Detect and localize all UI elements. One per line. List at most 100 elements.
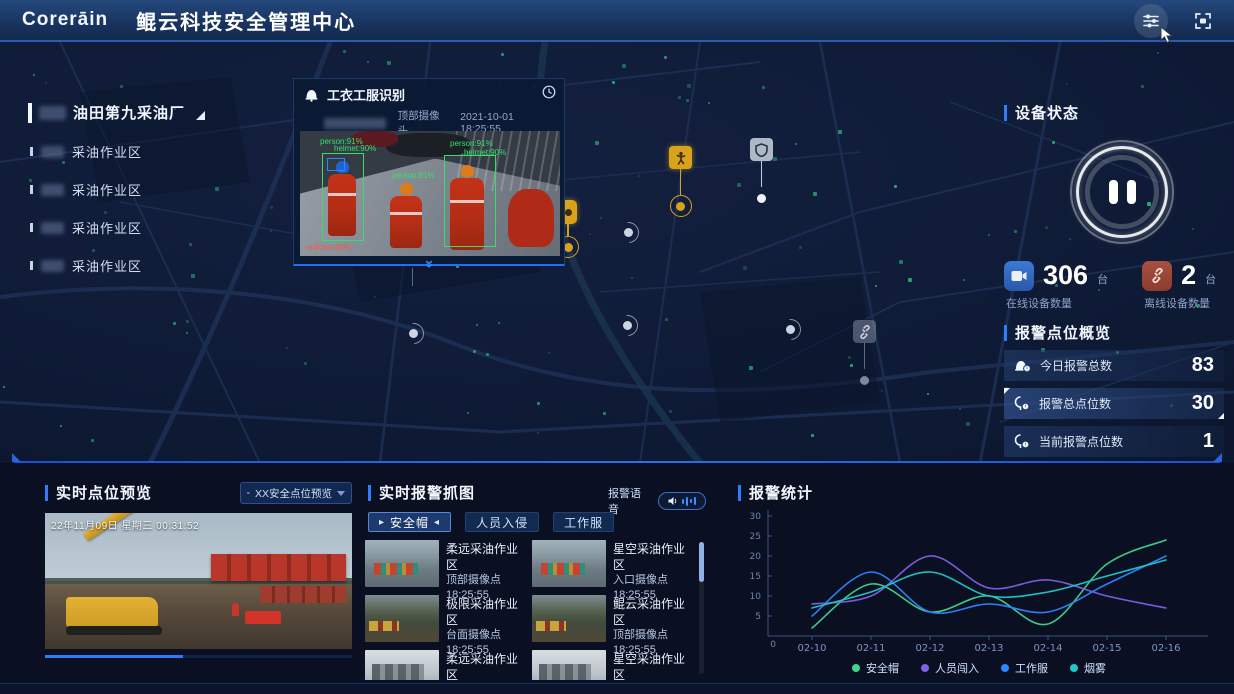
row-label: 报警总点位数 — [1039, 395, 1111, 412]
capture-scrollbar[interactable] — [699, 542, 704, 674]
map-marker-person-intrusion[interactable] — [669, 146, 692, 217]
city-map[interactable]: 油田第九采油厂 采油作业区 采油作业区 采油作业区 采油作业区 — [0, 42, 1234, 463]
redacted-prefix — [41, 184, 64, 196]
separator-triangle — [12, 453, 21, 462]
tree-area-item[interactable]: 采油作业区 — [30, 218, 205, 237]
pause-icon — [1070, 140, 1174, 244]
title-accent-bar — [45, 485, 48, 501]
overview-row-current-points[interactable]: ! 当前报警点位数 1 — [1004, 426, 1224, 457]
page-title: 鲲云科技安全管理中心 — [136, 6, 356, 35]
alarm-overview-panel: 报警点位概览 ! 今日报警总数 83 ! 报警总点位数 30 ! 当前报警点位数… — [1004, 322, 1224, 463]
svg-text:02-12: 02-12 — [915, 643, 944, 654]
helmet-detection-box — [327, 158, 345, 171]
online-label: 在线设备数量 — [1006, 295, 1108, 311]
capture-item[interactable]: 极限采油作业区台面摄像点18:25:55 — [365, 595, 528, 648]
capture-area: 柔远采油作业区 — [446, 651, 528, 680]
overview-row-today-total[interactable]: ! 今日报警总数 83 — [1004, 350, 1224, 381]
camera-icon — [247, 488, 250, 498]
scrollbar-thumb[interactable] — [699, 542, 704, 582]
detection-video-feed[interactable]: person:91% helmet:90% person:91% person:… — [300, 131, 560, 256]
panel-title-text: 报警统计 — [749, 482, 813, 503]
panel-title-text: 实时报警抓图 — [379, 482, 475, 503]
capture-thumbnail — [365, 595, 439, 642]
panel-title-text: 设备状态 — [1015, 102, 1079, 123]
tab-intrusion[interactable]: 人员入侵 — [465, 512, 539, 532]
capture-area: 柔远采油作业区 — [446, 541, 528, 573]
tree-area-item[interactable]: 采油作业区 — [30, 142, 205, 161]
map-point-dot[interactable] — [786, 325, 795, 334]
detection-popup: 工衣工服识别 顶部摄像头 2021-10-01 18:25:55 — [293, 78, 565, 266]
plant-accent-bar — [28, 103, 32, 123]
legend-smoke[interactable]: 烟雾 — [1070, 660, 1106, 676]
tree-area-item[interactable]: 采油作业区 — [30, 180, 205, 199]
overview-row-total-points[interactable]: ! 报警总点位数 30 — [1004, 388, 1224, 419]
redacted-prefix — [41, 146, 64, 158]
row-label: 今日报警总数 — [1040, 357, 1112, 374]
capture-area: 星空采油作业区 — [613, 651, 695, 680]
legend-uniform[interactable]: 工作服 — [1001, 660, 1048, 676]
area-name: 采油作业区 — [72, 142, 142, 161]
capture-area: 极限采油作业区 — [446, 596, 528, 628]
dropdown-value: XX安全点位预览 — [255, 486, 332, 501]
alarm-point-icon: ! — [1014, 434, 1030, 450]
detection-label: helmet:90% — [464, 148, 506, 157]
svg-text:!: ! — [1024, 404, 1026, 410]
chevrons-down-icon[interactable]: » — [424, 260, 434, 266]
red-containers — [211, 554, 346, 581]
online-devices: 306 台 在线设备数量 — [1004, 260, 1108, 311]
detection-box — [444, 155, 496, 247]
area-name: 采油作业区 — [72, 256, 142, 275]
red-containers — [260, 586, 346, 602]
speaker-icon — [668, 496, 679, 506]
preview-point-dropdown[interactable]: XX安全点位预览 — [240, 482, 352, 504]
svg-text:30: 30 — [750, 512, 762, 522]
capture-item[interactable]: 鲲云采油作业区顶部摄像点18:25:55 — [532, 595, 695, 648]
legend-dot — [1001, 664, 1009, 672]
popup-stem — [412, 268, 413, 286]
fullscreen-button[interactable] — [1186, 4, 1220, 38]
capture-item[interactable]: 星空采油作业区入口摄像点18:25:55 — [532, 540, 695, 593]
capture-thumbnail — [532, 595, 606, 642]
map-point-dot[interactable] — [409, 329, 418, 338]
map-marker-offline[interactable] — [853, 320, 876, 391]
legend-intrusion[interactable]: 人员闯入 — [921, 660, 979, 676]
legend-dot — [921, 664, 929, 672]
offline-label: 离线设备数量 — [1144, 295, 1216, 311]
voice-toggle-button[interactable] — [658, 492, 706, 510]
area-tree: 油田第九采油厂 采油作业区 采油作业区 采油作业区 采油作业区 — [28, 102, 205, 275]
online-count: 306 — [1043, 260, 1088, 291]
preview-video-feed[interactable]: 22年11月09日 星期三 00:31:52 — [45, 513, 352, 649]
detection-label: person:91% — [392, 171, 435, 180]
selection-corner — [1218, 413, 1224, 419]
capture-item[interactable]: 星空采油作业区入口摄像点18:25:55 — [532, 650, 695, 680]
map-point-dot[interactable] — [623, 321, 632, 330]
svg-text:!: ! — [1026, 367, 1028, 373]
legend-dot — [1070, 664, 1078, 672]
shield-icon — [750, 138, 773, 161]
capture-item[interactable]: 柔远采油作业区顶部摄像点18:25:55 — [365, 540, 528, 593]
tree-plant-node[interactable]: 油田第九采油厂 — [28, 102, 205, 123]
svg-text:25: 25 — [750, 532, 761, 542]
camera-icon — [1004, 261, 1034, 291]
timer-icon[interactable] — [542, 85, 556, 104]
capture-camera: 台面摄像点 — [446, 628, 528, 643]
map-marker-shield[interactable] — [750, 138, 773, 209]
tree-area-item[interactable]: 采油作业区 — [30, 256, 205, 275]
tab-uniform[interactable]: 工作服 — [553, 512, 614, 532]
item-tick — [30, 185, 33, 194]
video-progress-bar[interactable] — [45, 655, 352, 658]
tab-helmet[interactable]: 安全帽 — [368, 512, 451, 532]
svg-text:02-14: 02-14 — [1033, 643, 1062, 654]
capture-item[interactable]: 柔远采油作业区顶部摄像点18:25:55 — [365, 650, 528, 680]
detection-label: helmet:90% — [334, 144, 376, 153]
legend-helmet[interactable]: 安全帽 — [852, 660, 899, 676]
svg-text:02-15: 02-15 — [1092, 643, 1121, 654]
capture-thumbnail — [532, 540, 606, 587]
title-accent-bar — [1004, 325, 1007, 341]
row-label: 当前报警点位数 — [1039, 433, 1123, 450]
chart-legend: 安全帽 人员闯入 工作服 烟雾 — [738, 660, 1220, 676]
row-value: 1 — [1203, 430, 1214, 453]
expand-triangle-icon — [196, 111, 205, 120]
map-point-dot[interactable] — [624, 228, 633, 237]
svg-text:02-13: 02-13 — [974, 643, 1003, 654]
